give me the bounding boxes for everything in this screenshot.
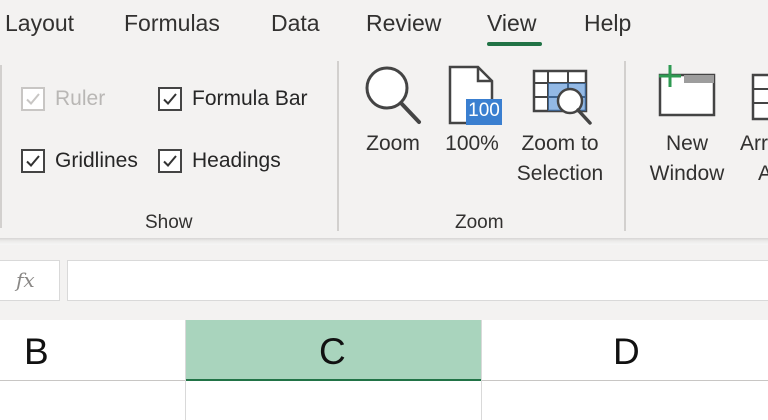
tab-data[interactable]: Data — [271, 10, 320, 37]
tab-help[interactable]: Help — [584, 10, 631, 37]
column-label: B — [24, 331, 49, 372]
checkbox-box — [158, 149, 182, 173]
cell-d[interactable] — [482, 382, 768, 420]
tab-formulas[interactable]: Formulas — [124, 10, 220, 37]
gridlines-label: Gridlines — [55, 149, 138, 172]
new-window-button[interactable]: New Window — [640, 61, 734, 201]
column-header-d[interactable]: D — [481, 320, 768, 381]
new-window-label-1: New — [665, 132, 708, 155]
new-window-label-2: Window — [649, 162, 725, 185]
cell-c[interactable] — [186, 382, 481, 420]
insert-function-button[interactable]: fx — [0, 260, 60, 301]
cell-b[interactable] — [0, 382, 185, 420]
magnifier-icon — [365, 66, 421, 124]
ruler-label: Ruler — [55, 87, 106, 110]
group-separator — [337, 61, 339, 231]
tab-review[interactable]: Review — [366, 10, 441, 37]
checkmark-icon — [163, 155, 177, 167]
column-label: C — [319, 331, 346, 372]
formula-bar-checkbox[interactable]: Formula Bar — [158, 87, 308, 111]
ribbon-tab-bar: Layout Formulas Data Review View Help — [0, 0, 768, 55]
ribbon-shadow — [0, 238, 768, 245]
checkmark-icon — [26, 93, 40, 105]
arrange-all-icon — [751, 73, 768, 121]
formula-input[interactable] — [67, 260, 768, 301]
zoom-100-button[interactable]: 100 100% — [440, 61, 504, 201]
checkbox-box — [158, 87, 182, 111]
formula-bar: fx — [0, 245, 768, 320]
new-window-icon — [658, 65, 716, 117]
checkbox-box — [21, 87, 45, 111]
active-tab-indicator — [487, 42, 542, 46]
zoom-label: Zoom — [366, 132, 420, 155]
formula-bar-label: Formula Bar — [192, 87, 308, 110]
arrange-all-label-1: Arr — [740, 132, 768, 155]
fx-icon: fx — [16, 268, 35, 292]
group-separator — [0, 65, 2, 228]
zoom-button[interactable]: Zoom — [352, 61, 434, 201]
zoom-to-selection-label-1: Zoom to — [521, 132, 599, 155]
group-separator — [624, 61, 626, 231]
tab-layout[interactable]: Layout — [5, 10, 74, 37]
zoom-to-selection-label-2: Selection — [516, 162, 604, 185]
column-header-c[interactable]: C — [185, 320, 481, 381]
zoom-group-label: Zoom — [455, 212, 504, 233]
ribbon-panel: Ruler Formula Bar Gridlines Headings Sho… — [0, 55, 768, 238]
zoom-100-badge: 100 — [468, 100, 500, 121]
arrange-all-label-2: A — [758, 162, 768, 185]
show-group-label: Show — [145, 212, 193, 233]
ruler-checkbox: Ruler — [21, 87, 105, 111]
column-label: D — [613, 331, 640, 372]
gridlines-checkbox[interactable]: Gridlines — [21, 149, 138, 173]
column-header-b[interactable]: B — [0, 320, 185, 381]
tab-view[interactable]: View — [487, 10, 536, 37]
checkmark-icon — [163, 93, 177, 105]
zoom-100-label: 100% — [445, 132, 499, 155]
checkmark-icon — [26, 155, 40, 167]
headings-checkbox[interactable]: Headings — [158, 149, 281, 173]
zoom-to-selection-button[interactable]: Zoom to Selection — [510, 61, 610, 201]
arrange-all-button[interactable]: Arr A — [738, 61, 768, 201]
headings-label: Headings — [192, 149, 281, 172]
checkbox-box — [21, 149, 45, 173]
zoom-to-selection-icon — [532, 69, 592, 125]
